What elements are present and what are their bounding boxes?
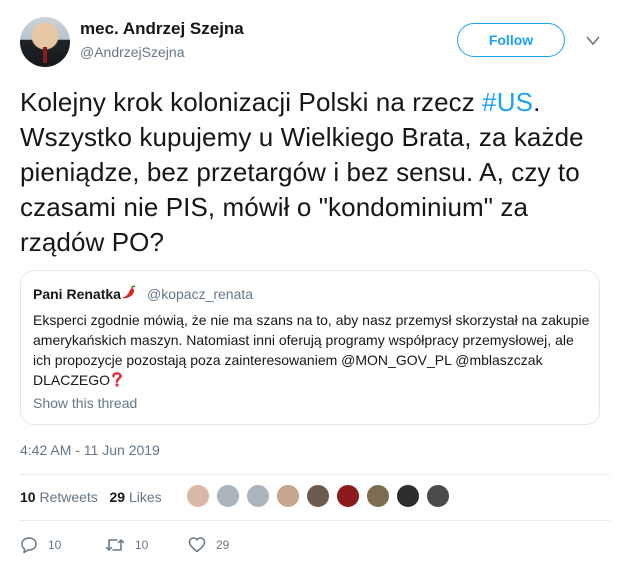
like-action[interactable]: 29 [188, 536, 229, 554]
action-bar: 10 10 29 [20, 536, 320, 556]
liker-avatar[interactable] [366, 484, 390, 508]
heart-icon [188, 537, 206, 553]
liker-avatar[interactable] [186, 484, 210, 508]
hashtag-link[interactable]: #US [482, 87, 533, 117]
liker-avatar[interactable] [396, 484, 420, 508]
quoted-author-name: Pani Renatka [33, 286, 121, 302]
quoted-text: Eksperci zgodnie mówią, że nie ma szans … [33, 310, 593, 390]
reply-count: 10 [48, 538, 62, 552]
chevron-down-icon[interactable] [585, 35, 601, 47]
retweet-icon [105, 539, 125, 551]
liker-avatar[interactable] [276, 484, 300, 508]
quoted-author: Pani Renatka [33, 285, 137, 302]
tweet-text: Kolejny krok kolonizacji Polski na rzecz… [20, 85, 615, 260]
avatar[interactable] [20, 17, 70, 67]
reply-action[interactable]: 10 [20, 536, 61, 554]
author-handle[interactable]: @AndrzejSzejna [80, 44, 185, 60]
liker-avatar[interactable] [336, 484, 360, 508]
liker-avatar[interactable] [426, 484, 450, 508]
divider [20, 520, 610, 521]
avatar-tie [43, 47, 47, 63]
retweet-count: 10 [135, 538, 149, 552]
liker-avatar[interactable] [246, 484, 270, 508]
quoted-handle: @kopacz_renata [147, 286, 254, 302]
tweet-text-before: Kolejny krok kolonizacji Polski na rzecz [20, 87, 483, 117]
retweets-count[interactable]: 10 [20, 489, 36, 505]
author-name[interactable]: mec. Andrzej Szejna [80, 19, 244, 39]
likers-avatars [186, 484, 450, 508]
quoted-tweet[interactable]: Pani Renatka @kopacz_renata Eksperci zgo… [20, 270, 600, 425]
liker-avatar[interactable] [306, 484, 330, 508]
engagement-stats: 10 Retweets 29 Likes [20, 489, 162, 505]
liker-avatar[interactable] [216, 484, 240, 508]
retweet-action[interactable]: 10 [105, 536, 148, 554]
follow-button[interactable]: Follow [457, 23, 565, 57]
likes-label[interactable]: Likes [129, 489, 162, 505]
like-count: 29 [216, 538, 230, 552]
retweets-label[interactable]: Retweets [39, 489, 97, 505]
divider [20, 474, 610, 475]
tweet-timestamp[interactable]: 4:42 AM - 11 Jun 2019 [20, 442, 160, 458]
likes-count[interactable]: 29 [110, 489, 126, 505]
show-thread-link[interactable]: Show this thread [33, 395, 137, 411]
reply-icon [21, 537, 37, 554]
question-mark-icon [112, 372, 122, 387]
chili-pepper-icon [121, 285, 136, 299]
